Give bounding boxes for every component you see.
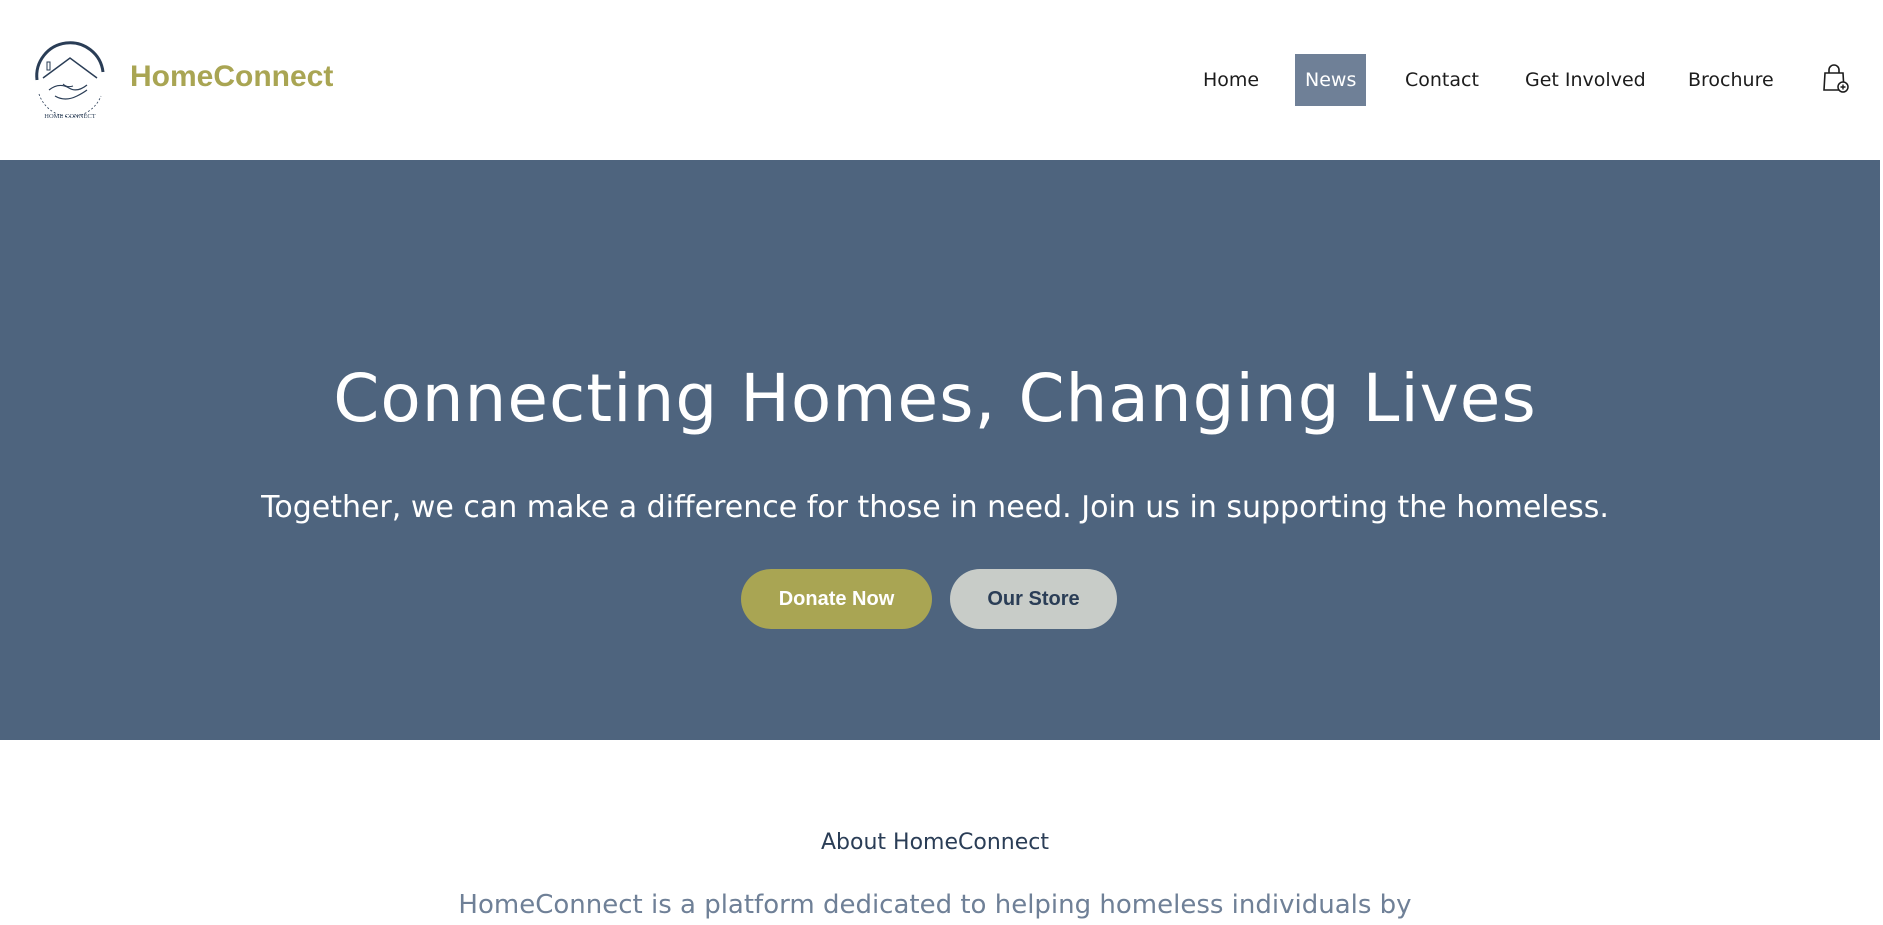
nav-brochure[interactable]: Brochure	[1678, 54, 1784, 106]
nav-get-involved[interactable]: Get Involved	[1515, 54, 1656, 106]
nav-contact[interactable]: Contact	[1395, 54, 1489, 106]
logo-text: HOME CONNECT	[44, 113, 95, 120]
page: HOME CONNECT HomeConnect Home News Conta…	[0, 0, 1883, 925]
shopping-bag-icon[interactable]	[1820, 64, 1850, 94]
logo-emblem-icon: HOME CONNECT	[35, 41, 105, 120]
nav-news[interactable]: News	[1295, 54, 1367, 106]
our-store-button[interactable]: Our Store	[950, 569, 1117, 629]
site-header: HOME CONNECT HomeConnect Home News Conta…	[0, 0, 1883, 160]
hero-subtitle: Together, we can make a difference for t…	[261, 490, 1609, 525]
hero-section: Connecting Homes, Changing Lives Togethe…	[0, 160, 1880, 740]
donate-now-button[interactable]: Donate Now	[741, 569, 932, 629]
homeconnect-logo[interactable]: HOME CONNECT	[29, 38, 111, 124]
nav-home[interactable]: Home	[1193, 54, 1269, 106]
about-title: About HomeConnect	[821, 830, 1049, 855]
about-text: HomeConnect is a platform dedicated to h…	[458, 890, 1412, 920]
hero-title: Connecting Homes, Changing Lives	[333, 360, 1537, 437]
brand-name[interactable]: HomeConnect	[130, 60, 333, 94]
